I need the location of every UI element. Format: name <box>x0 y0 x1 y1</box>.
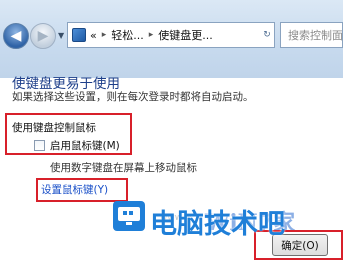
mouse-keys-hint: 使用数字键盘在屏幕上移动鼠标 <box>50 162 197 174</box>
refresh-icon: ↻ <box>263 30 271 40</box>
refresh-button[interactable]: ↻ <box>256 22 278 48</box>
control-panel-icon <box>72 28 86 42</box>
breadcrumb-item-ease-of-access[interactable]: 轻松... <box>111 27 144 43</box>
breadcrumb-separator[interactable]: ▸ <box>102 30 107 40</box>
mouse-keys-checkbox[interactable] <box>34 140 45 151</box>
ok-button-label: 确定(O) <box>281 239 319 252</box>
search-input[interactable]: 搜索控制面板 <box>280 22 343 48</box>
breadcrumb-overflow[interactable]: « <box>90 29 97 42</box>
breadcrumb-item-keyboard[interactable]: 使键盘更... <box>158 27 213 43</box>
search-placeholder: 搜索控制面板 <box>288 29 343 42</box>
page-description: 如果选择这些设置，则在每次登录时都将自动启动。 <box>12 91 254 103</box>
mouse-keys-checkbox-label[interactable]: 启用鼠标键(M) <box>50 138 120 153</box>
watermark-logo-text: 电脑技术吧 <box>150 209 285 240</box>
setup-mouse-keys-link[interactable]: 设置鼠标键(Y) <box>41 182 108 197</box>
address-bar: ◀ ▶ ▼ « ▸ 轻松... ▸ 使键盘更... ↻ 搜索控制面板 <box>0 0 343 79</box>
section-header: 使用键盘控制鼠标 <box>12 122 96 134</box>
breadcrumb[interactable]: « ▸ 轻松... ▸ 使键盘更... <box>67 22 275 48</box>
watermark-logo-icon <box>113 201 145 231</box>
forward-arrow-icon: ▶ <box>37 28 49 44</box>
monitor-icon <box>118 207 140 225</box>
forward-button[interactable]: ▶ <box>30 23 56 49</box>
back-arrow-icon: ◀ <box>10 28 22 44</box>
breadcrumb-separator[interactable]: ▸ <box>149 30 154 40</box>
back-button[interactable]: ◀ <box>3 23 29 49</box>
recent-pages-dropdown[interactable]: ▼ <box>58 31 64 40</box>
